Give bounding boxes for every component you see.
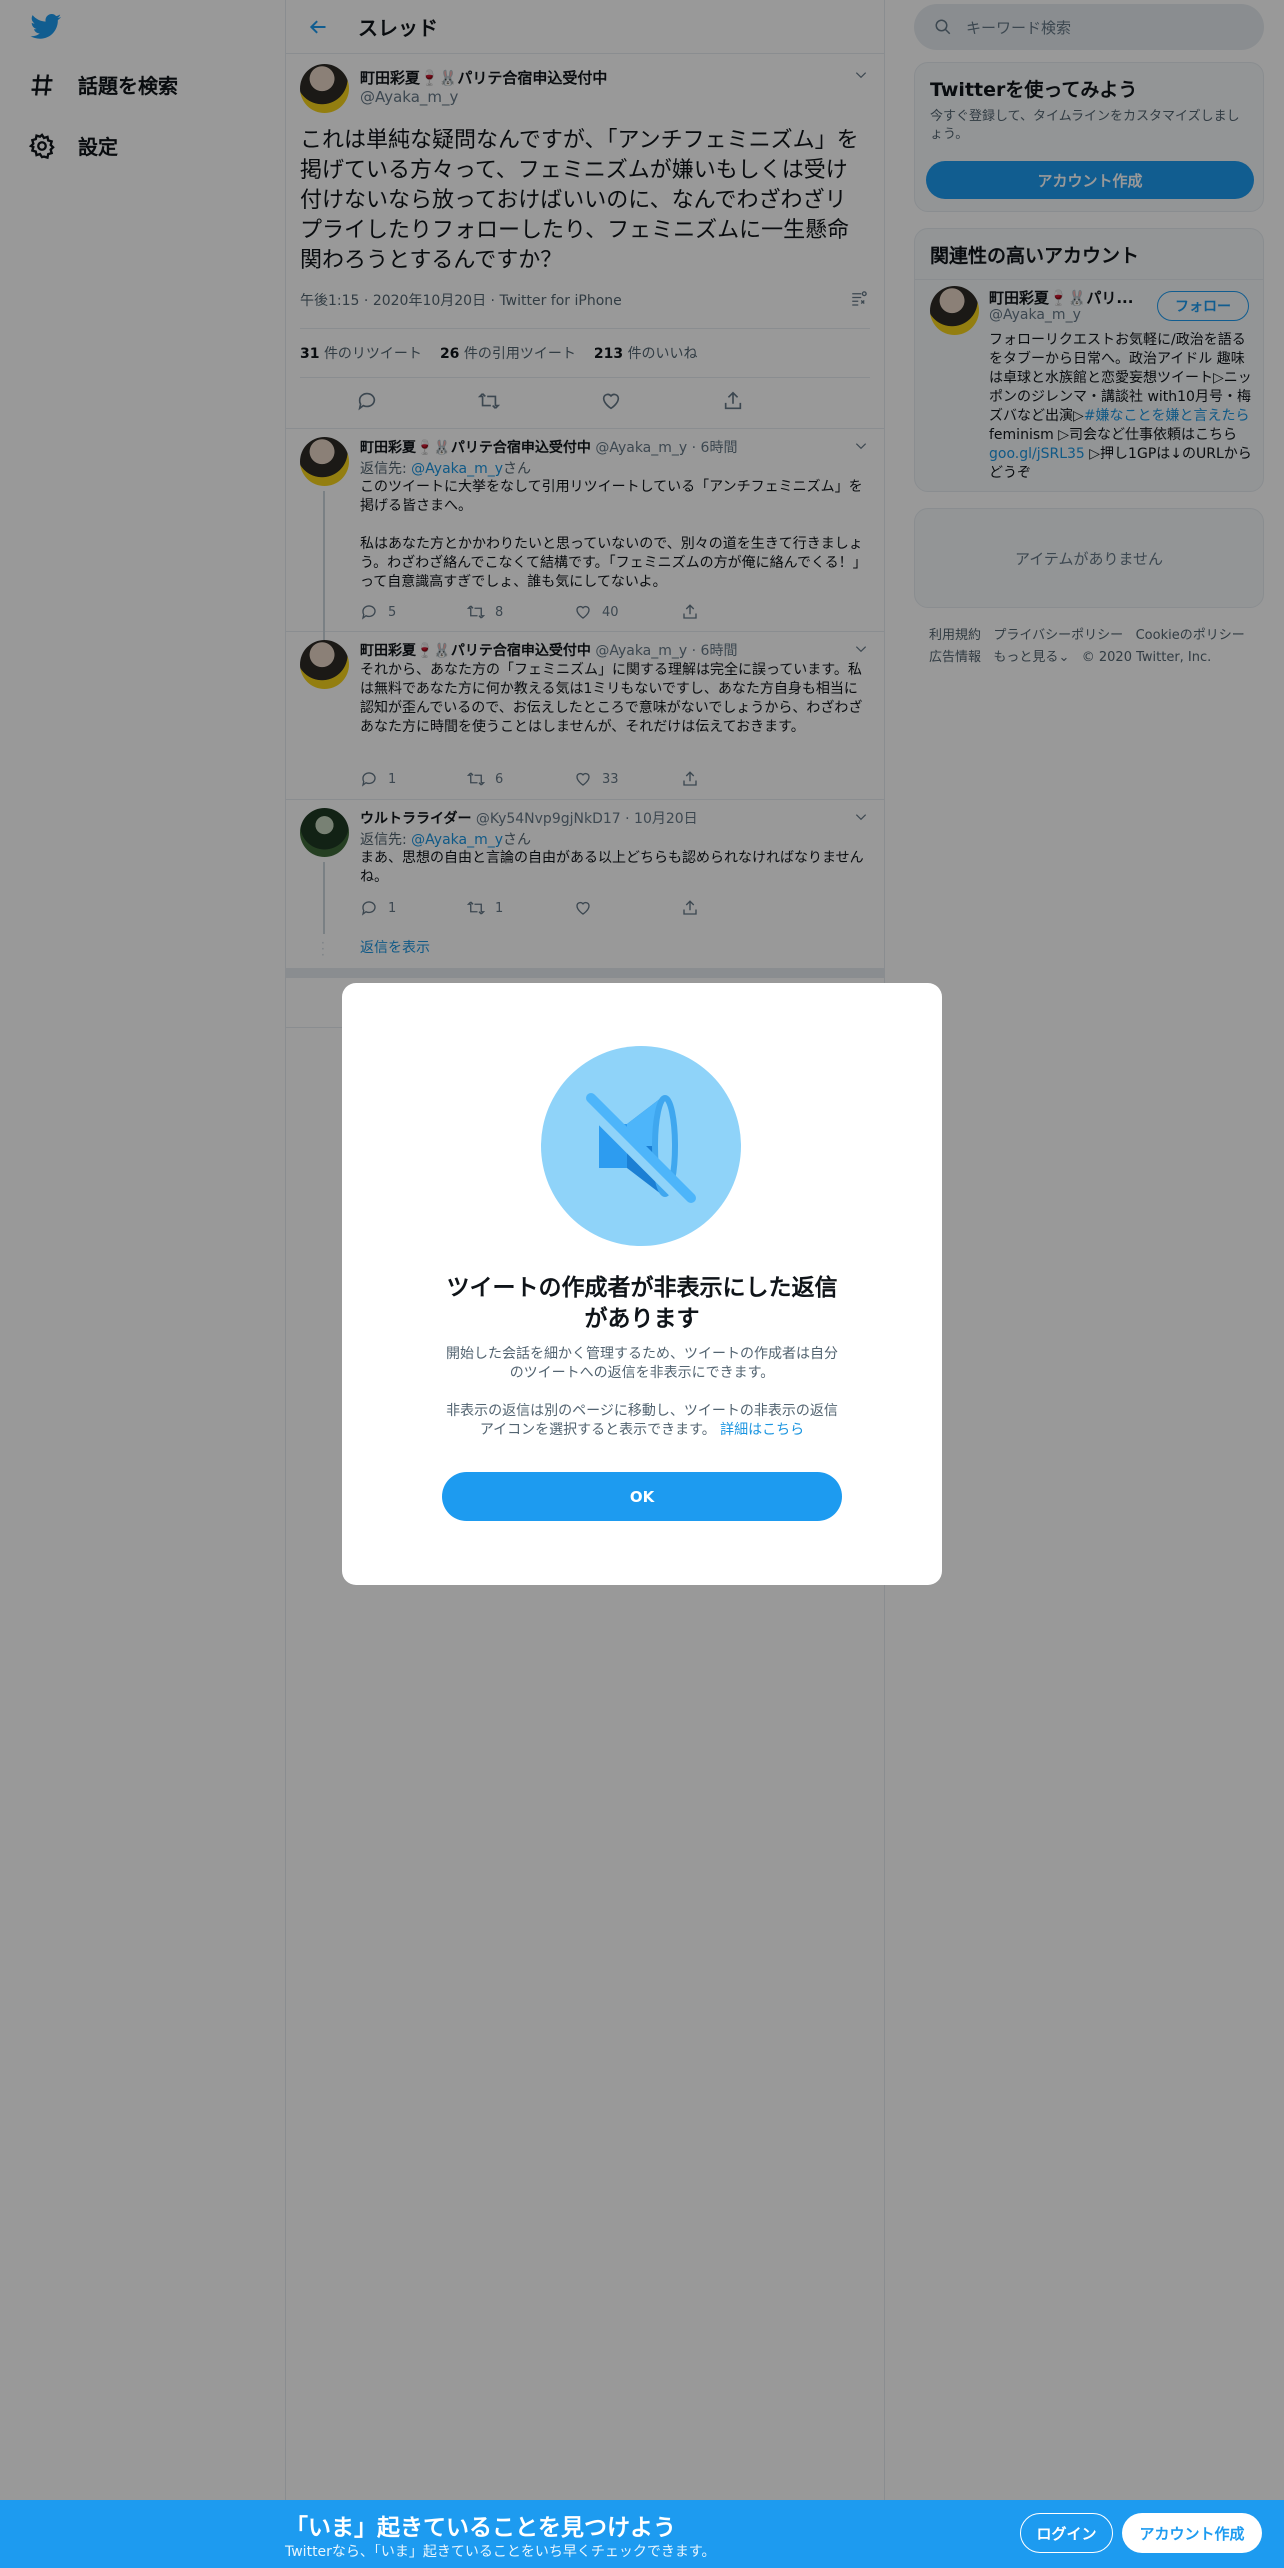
login-button[interactable]: ログイン bbox=[1020, 2513, 1113, 2553]
bottom-bar-title: 「いま」起きていることを見つけよう bbox=[285, 2515, 676, 2541]
ok-button[interactable]: OK bbox=[442, 1472, 842, 1521]
bottom-signup-bar: 「いま」起きていることを見つけよう Twitterなら、「いま」起きていることを… bbox=[0, 2500, 1284, 2568]
learn-more-link[interactable]: 詳細はこちら bbox=[720, 1422, 804, 1438]
bottom-bar-subtitle: Twitterなら、「いま」起きていることをいち早くチェックできます。 bbox=[285, 2544, 716, 2560]
dialog-body: 開始した会話を細かく管理するため、ツイートの作成者は自分のツイートへの返信を非表… bbox=[446, 1346, 838, 1381]
muted-speaker-icon bbox=[541, 1046, 741, 1246]
signup-button[interactable]: アカウント作成 bbox=[1122, 2513, 1262, 2553]
dialog-body-2: 非表示の返信は別のページに移動し、ツイートの非表示の返信アイコンを選択すると表示… bbox=[442, 1402, 842, 1440]
hidden-replies-dialog: ツイートの作成者が非表示にした返信があります 開始した会話を細かく管理するため、… bbox=[342, 983, 942, 1585]
dialog-title: ツイートの作成者が非表示にした返信があります bbox=[446, 1275, 838, 1332]
